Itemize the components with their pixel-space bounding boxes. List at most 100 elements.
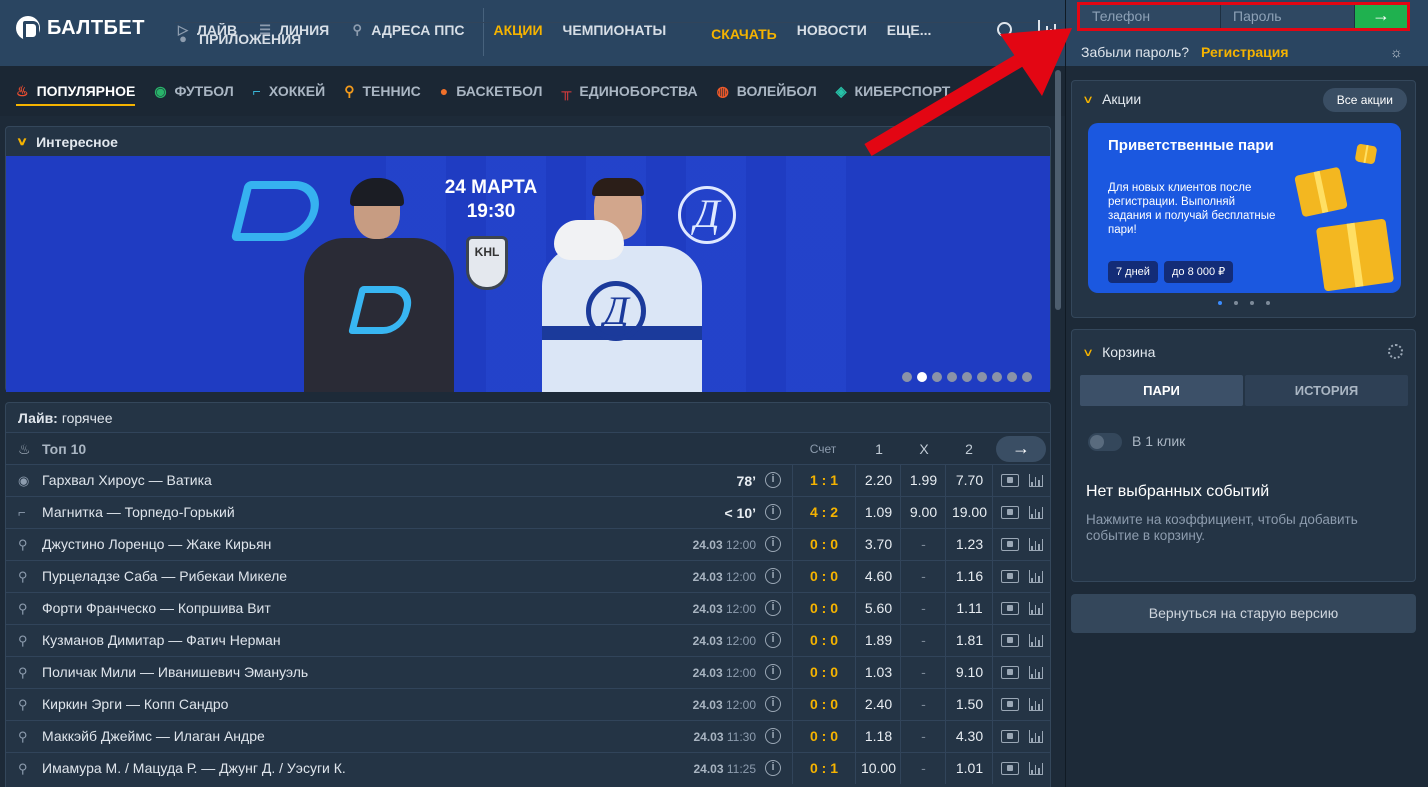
odds-1-button[interactable]: 1.89 (857, 625, 901, 656)
odds-1-button[interactable]: 1.03 (857, 657, 901, 688)
info-icon[interactable]: i (765, 472, 781, 488)
pagination-dot[interactable] (1250, 301, 1254, 305)
video-icon[interactable] (1001, 506, 1019, 519)
odds-2-button[interactable]: 1.23 (947, 529, 993, 560)
table-row[interactable]: ⚲ Поличак Мили — Иванишевич Эмануэль 24.03… (6, 656, 1050, 688)
statistics-icon[interactable] (1029, 506, 1043, 519)
odds-x-button[interactable]: 1.99 (902, 465, 946, 496)
odds-x-button[interactable]: - (902, 529, 946, 560)
odds-2-button[interactable]: 9.10 (947, 657, 993, 688)
match-tracker-icon[interactable] (1001, 666, 1019, 679)
pagination-dot[interactable] (902, 372, 912, 382)
table-row[interactable]: ⚲ Кузманов Димитар — Фатич Нерман 24.03 12… (6, 624, 1050, 656)
statistics-icon[interactable] (1029, 634, 1043, 647)
info-icon[interactable]: i (765, 632, 781, 648)
info-icon[interactable]: i (765, 504, 781, 520)
odds-x-button[interactable]: - (902, 625, 946, 656)
info-icon[interactable]: i (765, 760, 781, 776)
all-promos-button[interactable]: Все акции (1322, 88, 1407, 112)
pagination-dot[interactable] (962, 372, 972, 382)
odds-x-button[interactable]: - (902, 689, 946, 720)
odds-x-button[interactable]: - (902, 561, 946, 592)
promos-header[interactable]: ∨ Акции (1082, 91, 1141, 107)
event-teams[interactable]: Пурцеладзе Саба — Рибекаи Микеле (42, 568, 287, 584)
event-teams[interactable]: Киркин Эрги — Копп Сандро (42, 696, 228, 712)
tab-hockey[interactable]: ⌐ ХОККЕЙ (253, 66, 326, 116)
match-tracker-icon[interactable] (1001, 698, 1019, 711)
table-row[interactable]: ⚲ Киркин Эрги — Копп Сандро 24.03 12:00 i 0 … (6, 688, 1050, 720)
match-tracker-icon[interactable] (1001, 634, 1019, 647)
statistics-icon[interactable] (1029, 602, 1043, 615)
table-row[interactable]: ⌐ Магнитка — Торпедо-Горький < 10’ i 4 : 2 1.… (6, 496, 1050, 528)
tab-history[interactable]: ИСТОРИЯ (1245, 375, 1408, 406)
table-row[interactable]: ⚲ Джустино Лоренцо — Жаке Кирьян 24.03 12:… (6, 528, 1050, 560)
password-field[interactable]: Пароль (1221, 5, 1355, 28)
statistics-icon[interactable] (1029, 762, 1043, 775)
pagination-dot[interactable] (1007, 372, 1017, 382)
odds-1-button[interactable]: 5.60 (857, 593, 901, 624)
pagination-dot[interactable] (917, 372, 927, 382)
match-tracker-icon[interactable] (1001, 538, 1019, 551)
event-teams[interactable]: Магнитка — Торпедо-Горький (42, 504, 235, 520)
brand-logo[interactable]: БАЛТБЕТ (16, 16, 145, 40)
pagination-dot[interactable] (1218, 301, 1222, 305)
match-tracker-icon[interactable] (1001, 762, 1019, 775)
match-tracker-icon[interactable] (1001, 602, 1019, 615)
statistics-icon[interactable] (1029, 538, 1043, 551)
pagination-dot[interactable] (977, 372, 987, 382)
odds-2-button[interactable]: 1.81 (947, 625, 993, 656)
tab-volleyball[interactable]: ◍ ВОЛЕЙБОЛ (717, 66, 817, 116)
forgot-password-link[interactable]: Забыли пароль? (1081, 44, 1189, 60)
event-teams[interactable]: Гархвал Хироус — Ватика (42, 472, 212, 488)
odds-x-button[interactable]: 9.00 (902, 497, 946, 528)
match-tracker-icon[interactable] (1001, 730, 1019, 743)
old-version-button[interactable]: Вернуться на старую версию (1071, 594, 1416, 633)
event-teams[interactable]: Кузманов Димитар — Фатич Нерман (42, 632, 281, 648)
login-submit-button[interactable]: → (1355, 5, 1407, 28)
table-row[interactable]: ◉ Гархвал Хироус — Ватика 78’ i 1 : 1 2.20 1.9… (6, 464, 1050, 496)
tab-football[interactable]: ◉ ФУТБОЛ (154, 66, 233, 116)
statistics-icon[interactable] (1029, 570, 1043, 583)
info-icon[interactable]: i (765, 696, 781, 712)
info-icon[interactable]: i (765, 536, 781, 552)
theme-toggle-icon[interactable]: ☼ (1390, 44, 1403, 60)
event-teams[interactable]: Джустино Лоренцо — Жаке Кирьян (42, 536, 271, 552)
info-icon[interactable]: i (765, 664, 781, 680)
odds-2-button[interactable]: 4.30 (947, 721, 993, 752)
odds-2-button[interactable]: 19.00 (947, 497, 993, 528)
statistics-icon[interactable] (1029, 666, 1043, 679)
info-icon[interactable]: i (765, 568, 781, 584)
table-row[interactable]: ⚲ Форти Франческо — Копршива Вит 24.03 12:… (6, 592, 1050, 624)
nav-apps[interactable]: ● ПРИЛОЖЕНИЯ СКАЧАТЬ (175, 22, 1219, 47)
odds-1-button[interactable]: 10.00 (857, 753, 901, 784)
tab-bets[interactable]: ПАРИ (1080, 375, 1243, 406)
event-teams[interactable]: Форти Франческо — Копршива Вит (42, 600, 271, 616)
odds-2-button[interactable]: 7.70 (947, 465, 993, 496)
odds-1-button[interactable]: 3.70 (857, 529, 901, 560)
odds-2-button[interactable]: 1.16 (947, 561, 993, 592)
event-teams[interactable]: Маккэйб Джеймс — Илаган Андре (42, 728, 265, 744)
odds-x-button[interactable]: - (902, 721, 946, 752)
tab-martial-arts[interactable]: ╥ ЕДИНОБОРСТВА (562, 66, 698, 116)
odds-1-button[interactable]: 1.09 (857, 497, 901, 528)
phone-field[interactable]: Телефон (1080, 5, 1221, 28)
pagination-dot[interactable] (1234, 301, 1238, 305)
one-click-toggle[interactable] (1088, 433, 1122, 451)
odds-2-button[interactable]: 1.50 (947, 689, 993, 720)
odds-2-button[interactable]: 1.01 (947, 753, 993, 784)
match-tracker-icon[interactable] (1001, 570, 1019, 583)
tab-popular[interactable]: ♨ ПОПУЛЯРНОЕ (16, 66, 136, 116)
odds-x-button[interactable]: - (902, 657, 946, 688)
table-row[interactable]: ⚲ Пурцеладзе Саба — Рибекаи Микеле 24.03 1… (6, 560, 1050, 592)
register-link[interactable]: Регистрация (1201, 44, 1289, 60)
odds-1-button[interactable]: 4.60 (857, 561, 901, 592)
odds-2-button[interactable]: 1.11 (947, 593, 993, 624)
event-teams[interactable]: Имамура М. / Мацуда Р. — Джунг Д. / Уэсу… (42, 760, 346, 776)
odds-x-button[interactable]: - (902, 593, 946, 624)
match-tracker-icon[interactable] (1001, 474, 1019, 487)
odds-1-button[interactable]: 2.20 (857, 465, 901, 496)
statistics-icon[interactable] (1029, 474, 1043, 487)
odds-x-button[interactable]: - (902, 753, 946, 784)
statistics-icon[interactable] (1029, 698, 1043, 711)
odds-1-button[interactable]: 1.18 (857, 721, 901, 752)
